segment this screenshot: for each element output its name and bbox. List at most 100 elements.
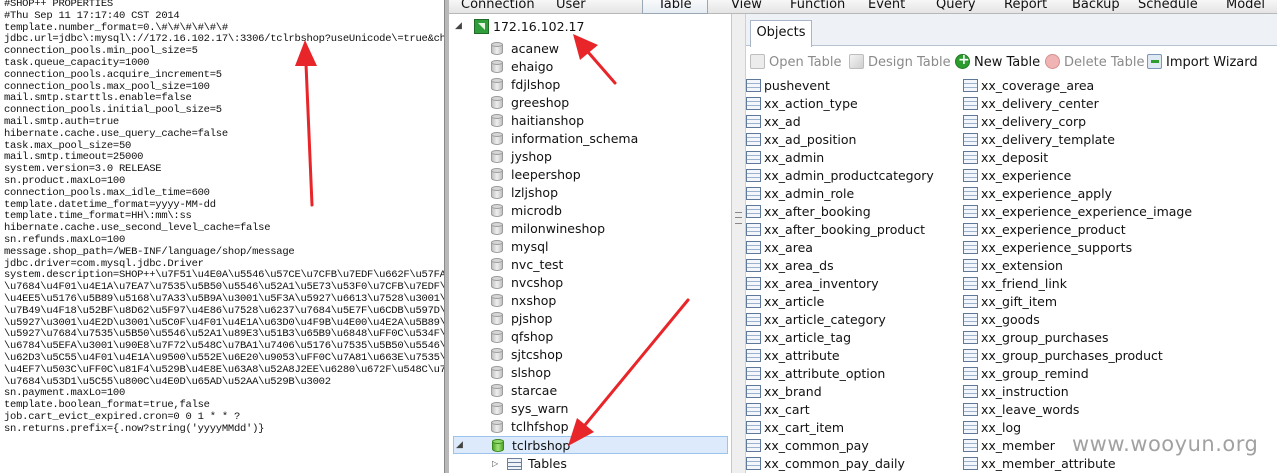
database-label: information_schema: [511, 131, 639, 146]
menu-report[interactable]: Report: [1004, 0, 1047, 12]
tree-tables-node[interactable]: ▷ Tables: [449, 455, 731, 473]
tree-database-item[interactable]: jyshop: [449, 148, 731, 166]
menu-function[interactable]: Function: [790, 0, 845, 12]
table-icon: [746, 187, 761, 200]
tree-database-item[interactable]: ehaigo: [449, 58, 731, 76]
tree-database-item[interactable]: tclhfshop: [449, 418, 731, 436]
property-line: \u7B49\u4F18\u52BF\u8D62\u5F97\u4E86\u75…: [4, 304, 444, 317]
open-table-button[interactable]: Open Table: [750, 54, 841, 70]
collapse-triangle-icon[interactable]: ◢: [455, 21, 462, 31]
tree-connection-row[interactable]: ◢ 172.16.102.17: [449, 18, 731, 36]
tree-database-item[interactable]: greeshop: [449, 94, 731, 112]
tree-database-item[interactable]: haitianshop: [449, 112, 731, 130]
database-label: leepershop: [511, 167, 581, 182]
table-icon: [746, 403, 761, 416]
tab-objects[interactable]: Objects: [750, 20, 812, 47]
tree-database-item[interactable]: nvcshop: [449, 274, 731, 292]
database-icon: [491, 114, 503, 128]
tree-database-item[interactable]: sys_warn: [449, 400, 731, 418]
table-name: xx_area: [764, 240, 813, 255]
menu-query[interactable]: Query: [936, 0, 976, 12]
grip-icon: [735, 212, 742, 224]
property-line: sn.product.maxLo=100: [4, 174, 126, 187]
tree-database-item[interactable]: microdb: [449, 202, 731, 220]
import-wizard-button[interactable]: Import Wizard: [1147, 54, 1258, 70]
tree-database-item[interactable]: acanew: [449, 40, 731, 58]
table-icon: [746, 385, 761, 398]
database-icon: [491, 60, 503, 74]
table-icon: [746, 367, 761, 380]
tree-database-selected[interactable]: ◢ tclrbshop: [453, 436, 728, 454]
menu-connection[interactable]: Connection: [461, 0, 535, 12]
property-line: \u4EF7\u503C\uFF0C\u81F4\u529B\u4E8E\u63…: [4, 363, 444, 376]
tree-database-item[interactable]: qfshop: [449, 328, 731, 346]
database-icon: [491, 204, 503, 218]
database-icon: [491, 420, 503, 434]
tree-database-item[interactable]: mysql: [449, 238, 731, 256]
tree-database-item[interactable]: fdjlshop: [449, 76, 731, 94]
table-icon: [746, 97, 761, 110]
tree-database-item[interactable]: slshop: [449, 364, 731, 382]
table-name: xx_group_purchases_product: [981, 348, 1163, 363]
tree-database-item[interactable]: information_schema: [449, 130, 731, 148]
menu-view[interactable]: View: [731, 0, 762, 12]
table-name: xx_goods: [981, 312, 1040, 327]
properties-file-view: #SHOP++ PROPERTIES #Thu Sep 11 17:17:40 C…: [0, 0, 444, 473]
design-table-button[interactable]: Design Table: [849, 54, 951, 70]
menu-table[interactable]: Table: [642, 0, 708, 14]
table-icon: [746, 169, 761, 182]
menu-model[interactable]: Model: [1226, 0, 1265, 12]
menu-user[interactable]: User: [556, 0, 586, 12]
property-line: \u62D3\u5C55\u4F01\u4E1A\u9500\u552E\u6E…: [4, 351, 444, 364]
table-name: xx_admin: [764, 150, 825, 165]
table-icon: [963, 331, 978, 344]
property-line: hibernate.cache.use_query_cache=false: [4, 127, 228, 140]
table-icon: [746, 79, 761, 92]
tree-database-item[interactable]: milonwineshop: [449, 220, 731, 238]
delete-table-button[interactable]: Delete Table: [1045, 54, 1144, 70]
database-icon: [491, 258, 503, 272]
table-icon: [746, 421, 761, 434]
table-icon: [746, 277, 761, 290]
table-name: xx_group_purchases: [981, 330, 1109, 345]
property-line: job.cart_evict_expired.cron=0 0 1 * * ?: [4, 410, 240, 423]
collapse-triangle-icon[interactable]: ◢: [456, 440, 463, 450]
database-icon: [491, 240, 503, 254]
database-label: mysql: [511, 239, 549, 254]
database-icon: [491, 402, 503, 416]
menu-backup[interactable]: Backup: [1072, 0, 1120, 12]
database-icon: [491, 348, 503, 362]
tree-database-item[interactable]: nxshop: [449, 292, 731, 310]
table-name: xx_area_ds: [764, 258, 834, 273]
table-icon: [963, 403, 978, 416]
menu-event[interactable]: Event: [868, 0, 905, 12]
tree-database-item[interactable]: starcae: [449, 382, 731, 400]
table-icon: [746, 151, 761, 164]
tree-database-item[interactable]: leepershop: [449, 166, 731, 184]
tree-database-item[interactable]: lzljshop: [449, 184, 731, 202]
connection-tree: ◢ 172.16.102.17 acanew ehaigo fdjlshop gree…: [449, 14, 732, 473]
table-icon: [746, 295, 761, 308]
table-name: xx_friend_link: [981, 276, 1067, 291]
tree-database-item[interactable]: pjshop: [449, 310, 731, 328]
table-name: xx_delivery_corp: [981, 114, 1087, 129]
tree-database-item[interactable]: nvc_test: [449, 256, 731, 274]
expand-triangle-icon[interactable]: ▷: [492, 459, 498, 468]
table-icon: [746, 439, 761, 452]
property-line: sn.returns.prefix={.now?string('yyyyMMdd…: [4, 422, 265, 435]
tree-database-item[interactable]: sjtcshop: [449, 346, 731, 364]
database-label: sjtcshop: [511, 347, 563, 362]
table-name: xx_gift_item: [981, 294, 1058, 309]
table-name: xx_log: [981, 420, 1022, 435]
delete-table-label: Delete Table: [1064, 55, 1145, 70]
database-label: haitianshop: [511, 113, 585, 128]
new-table-button[interactable]: New Table: [955, 52, 1040, 70]
splitter-handle[interactable]: [732, 14, 746, 473]
design-table-icon: [849, 54, 864, 69]
database-icon: [491, 330, 503, 344]
table-icon: [746, 205, 761, 218]
open-table-icon: [750, 54, 765, 69]
table-icon: [963, 115, 978, 128]
menu-schedule[interactable]: Schedule: [1138, 0, 1198, 12]
table-name: xx_experience_apply: [981, 186, 1112, 201]
